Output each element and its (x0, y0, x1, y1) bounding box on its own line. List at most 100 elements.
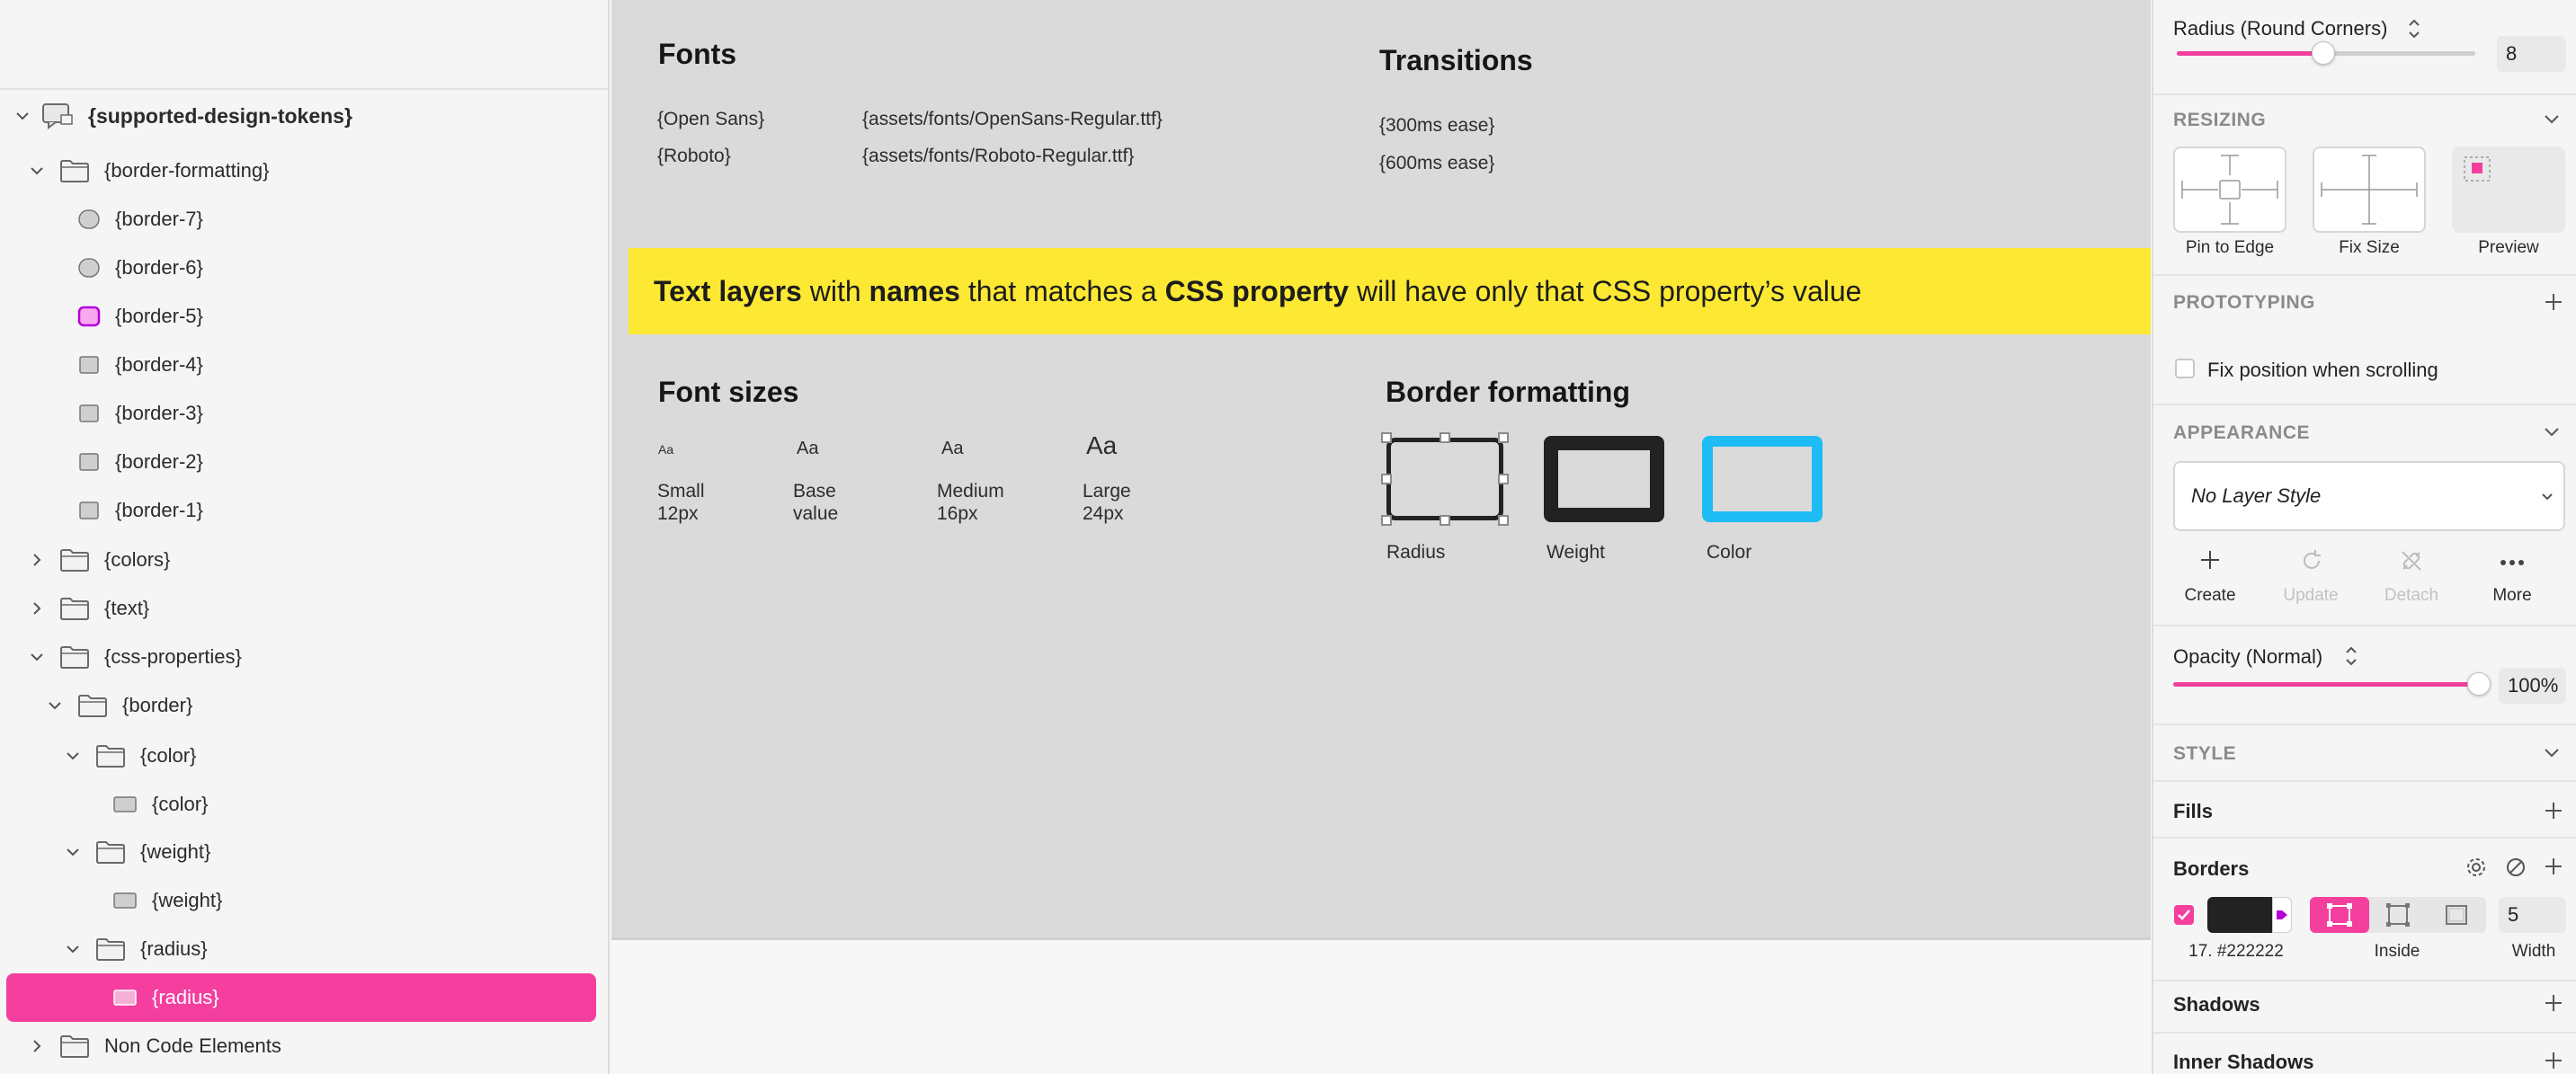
folder-icon (77, 693, 108, 718)
add-inner-shadow-icon[interactable] (2543, 1050, 2564, 1071)
border-weight-box[interactable] (1544, 436, 1664, 522)
font-sample-small: Aa (658, 442, 674, 457)
selection-handle[interactable] (1440, 515, 1450, 526)
chevron-down-icon[interactable] (45, 696, 65, 715)
gear-icon[interactable] (2465, 856, 2488, 883)
banner-part-4: that matches a (959, 274, 1165, 307)
font-path-1: {assets/fonts/OpenSans-Regular.ttf} (862, 109, 1163, 129)
oval-shape-icon (77, 208, 101, 231)
resizing-section-title: RESIZING (2173, 110, 2267, 130)
preview-label: Preview (2478, 238, 2539, 257)
border-width-field[interactable]: 5 (2499, 897, 2566, 933)
layer-row[interactable]: {border-5} (0, 292, 610, 341)
font-sizes-heading: Font sizes (658, 376, 799, 408)
layer-row[interactable]: {border-2} (0, 438, 610, 486)
font-size-label-small: Small 12px (657, 481, 705, 524)
layer-row[interactable]: Non Code Elements (0, 1022, 610, 1070)
radius-slider-knob[interactable] (2311, 41, 2335, 65)
chevron-down-icon[interactable] (27, 161, 47, 181)
chevron-down-icon[interactable] (2543, 743, 2561, 766)
border-inside-button[interactable] (2369, 897, 2427, 933)
chevron-down-icon[interactable] (63, 746, 83, 766)
border-color-swatch[interactable] (2207, 897, 2272, 933)
layer-row[interactable]: {weight} (0, 876, 610, 925)
chevron-right-icon[interactable] (27, 599, 47, 618)
stepper-arrows-icon[interactable] (2344, 644, 2358, 673)
selection-handle[interactable] (1498, 515, 1509, 526)
selection-handle[interactable] (1381, 474, 1392, 484)
create-style-icon[interactable] (2198, 548, 2222, 576)
pin-to-edge-tile[interactable] (2173, 146, 2286, 233)
design-canvas[interactable]: Fonts {Open Sans} {assets/fonts/OpenSans… (611, 0, 2151, 1074)
layer-row[interactable]: {color} (0, 780, 610, 829)
info-banner: Text layers with names that matches a CS… (628, 248, 2151, 334)
selection-handle[interactable] (1498, 474, 1509, 484)
layer-row[interactable]: {colors} (0, 536, 610, 584)
more-label[interactable]: More (2472, 586, 2553, 606)
border-radius-box[interactable] (1386, 438, 1503, 520)
layer-label: Non Code Elements (104, 1034, 281, 1057)
layer-row[interactable]: {border} (0, 681, 610, 730)
layer-row[interactable]: {color} (0, 732, 610, 780)
chevron-down-icon[interactable] (27, 647, 47, 667)
update-label: Update (2283, 586, 2339, 605)
border-enabled-checkbox[interactable] (2174, 905, 2194, 925)
border-color-box[interactable] (1702, 436, 1823, 522)
layer-row[interactable]: {border-formatting} (0, 146, 610, 195)
layer-row[interactable]: {border-6} (0, 244, 610, 292)
font-sample-large: Aa (1086, 431, 1118, 459)
selection-handle[interactable] (1498, 432, 1509, 443)
chevron-down-icon[interactable] (2543, 110, 2561, 132)
layer-row[interactable]: {border-1} (0, 486, 610, 535)
layer-label: {radius} (140, 937, 208, 960)
layer-label: {border-7} (115, 208, 203, 230)
opacity-slider-knob[interactable] (2467, 672, 2491, 696)
rounded-square-icon (77, 305, 101, 328)
border-position-group (2310, 897, 2486, 933)
selection-handle[interactable] (1381, 432, 1392, 443)
radius-value-field[interactable]: 8 (2497, 36, 2566, 72)
chevron-down-icon[interactable] (13, 106, 32, 126)
border-outside-button[interactable] (2427, 897, 2486, 933)
opacity-label: Opacity (Normal) (2173, 645, 2323, 668)
fix-size-tile[interactable] (2313, 146, 2426, 233)
create-label[interactable]: Create (2170, 586, 2251, 606)
fix-position-checkbox[interactable] (2175, 359, 2195, 378)
layer-row[interactable]: {css-properties} (0, 633, 610, 681)
add-prototyping-icon[interactable] (2543, 291, 2564, 313)
layer-row[interactable]: {text} (0, 584, 610, 633)
add-border-icon[interactable] (2543, 856, 2564, 877)
chevron-right-icon[interactable] (27, 1036, 47, 1056)
layer-row[interactable]: {border-3} (0, 389, 610, 438)
add-shadow-icon[interactable] (2543, 992, 2564, 1014)
layer-row[interactable]: {radius} (6, 973, 596, 1022)
font-size-label-base: Base value (793, 481, 839, 524)
color-variable-icon[interactable] (2272, 897, 2292, 933)
chevron-down-icon (2540, 490, 2554, 509)
border-options-icon[interactable] (2504, 856, 2527, 883)
selection-handle[interactable] (1440, 432, 1450, 443)
chevron-down-icon[interactable] (2543, 422, 2561, 445)
chevron-down-icon[interactable] (63, 939, 83, 959)
layer-root-row[interactable]: {supported-design-tokens} (0, 92, 610, 140)
layer-style-select[interactable]: No Layer Style (2173, 461, 2565, 531)
add-fill-icon[interactable] (2543, 800, 2564, 821)
stepper-arrows-icon[interactable] (2407, 16, 2421, 46)
layer-label: {weight} (140, 840, 211, 863)
chevron-down-icon[interactable] (63, 842, 83, 862)
layer-row[interactable]: {border-7} (0, 195, 610, 244)
artboard[interactable]: Fonts {Open Sans} {assets/fonts/OpenSans… (611, 0, 2151, 940)
separator (2153, 93, 2576, 95)
banner-part-2: with (801, 274, 869, 307)
font-sample-base: Aa (797, 439, 819, 458)
layer-row[interactable]: {border-4} (0, 341, 610, 389)
chevron-right-icon[interactable] (27, 550, 47, 570)
selection-handle[interactable] (1381, 515, 1392, 526)
border-center-button[interactable] (2310, 897, 2369, 933)
layer-label: {radius} (152, 986, 219, 1008)
opacity-value-field[interactable]: 100% (2499, 668, 2566, 704)
layer-row[interactable]: {radius} (0, 925, 610, 973)
layer-row[interactable]: {weight} (0, 828, 610, 876)
more-icon[interactable] (2499, 555, 2526, 572)
inner-shadows-title: Inner Shadows (2173, 1051, 2314, 1073)
